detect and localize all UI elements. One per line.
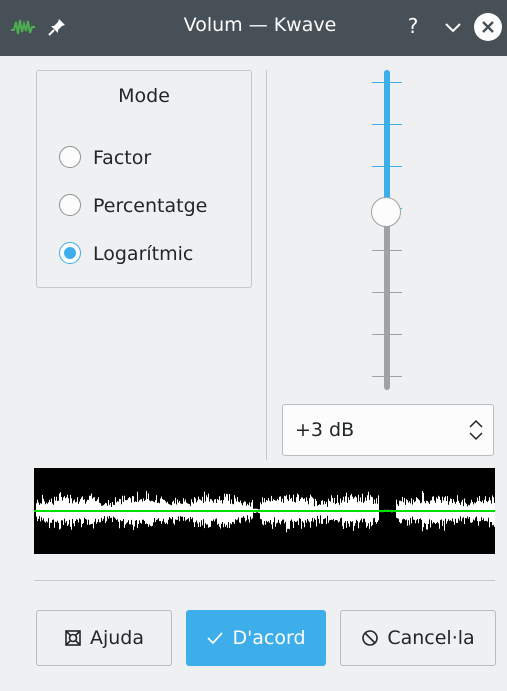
radio-percentatge[interactable]: Percentatge <box>59 191 249 221</box>
vertical-separator <box>266 70 267 460</box>
kwave-app-icon[interactable] <box>10 16 36 38</box>
pin-icon[interactable] <box>46 16 68 38</box>
mode-group-title: Mode <box>118 85 170 107</box>
spinbox-value[interactable]: +3 dB <box>295 405 354 455</box>
chevron-down-icon[interactable] <box>442 16 464 38</box>
waveform-preview <box>34 468 495 554</box>
cancel-button[interactable]: Cancel·la <box>340 610 496 666</box>
cancel-button-label: Cancel·la <box>387 627 475 649</box>
radio-label: Logarítmic <box>93 243 194 265</box>
help-button[interactable]: Ajuda <box>36 610 172 666</box>
help-titlebar-button[interactable]: ? <box>400 12 426 40</box>
slider-handle[interactable] <box>371 197 401 227</box>
radio-logaritmic[interactable]: Logarítmic <box>59 239 249 269</box>
checkmark-icon <box>206 629 224 647</box>
window-title: Volum — Kwave <box>183 14 337 36</box>
up-down-arrows-icon[interactable] <box>467 417 485 443</box>
ok-button[interactable]: D'acord <box>186 610 326 666</box>
radio-button-checked[interactable] <box>59 242 81 264</box>
radio-button[interactable] <box>59 194 81 216</box>
radio-factor[interactable]: Factor <box>59 143 249 173</box>
help-button-label: Ajuda <box>89 627 145 649</box>
radio-label: Factor <box>93 147 152 169</box>
cancel-icon <box>361 629 379 647</box>
ok-button-label: D'acord <box>232 627 306 649</box>
volume-dialog: Volum — Kwave ? Mode Factor Percentatge … <box>0 0 507 691</box>
close-icon[interactable] <box>474 13 502 41</box>
db-spinbox[interactable]: +3 dB <box>282 404 494 456</box>
volume-slider[interactable] <box>360 70 416 390</box>
slider-fill <box>384 70 390 212</box>
radio-button[interactable] <box>59 146 81 168</box>
title-bar[interactable]: Volum — Kwave ? <box>0 0 507 56</box>
radio-label: Percentatge <box>93 195 208 217</box>
mode-group: Mode Factor Percentatge Logarítmic <box>36 70 252 288</box>
lifebuoy-icon <box>64 629 82 647</box>
horizontal-separator <box>34 580 495 581</box>
